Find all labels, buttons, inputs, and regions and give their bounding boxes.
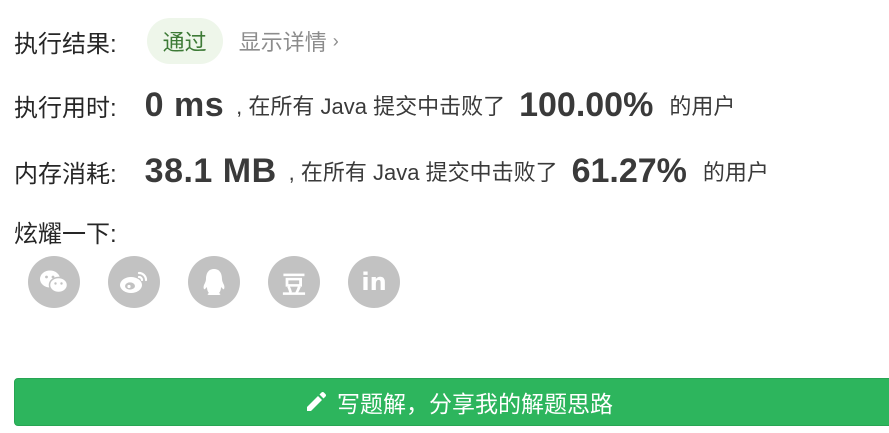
qq-icon[interactable] xyxy=(188,256,240,308)
write-solution-button[interactable]: 写题解，分享我的解题思路 xyxy=(14,378,889,426)
runtime-row: 执行用时: 0 ms , 在所有 Java 提交中击败了 100.00% 的用户 xyxy=(14,82,735,128)
memory-row: 内存消耗: 38.1 MB , 在所有 Java 提交中击败了 61.27% 的… xyxy=(14,148,769,194)
runtime-beat-text: , 在所有 Java 提交中击败了 xyxy=(236,94,506,119)
memory-suffix: 的用户 xyxy=(702,160,769,185)
memory-value: 38.1 MB xyxy=(144,151,277,190)
linkedin-icon[interactable]: in xyxy=(348,256,400,308)
result-label: 执行结果: xyxy=(14,30,117,58)
share-label: 炫耀一下: xyxy=(14,221,117,248)
weibo-icon[interactable] xyxy=(108,256,160,308)
runtime-percent: 100.00% xyxy=(519,85,654,124)
status-badge: 通过 xyxy=(146,18,223,64)
pencil-icon xyxy=(305,391,327,413)
linkedin-glyph: in xyxy=(361,268,387,296)
memory-percent: 61.27% xyxy=(571,151,687,190)
show-details-label: 显示详情 xyxy=(238,30,327,55)
memory-beat-text: , 在所有 Java 提交中击败了 xyxy=(288,160,558,185)
write-solution-label: 写题解，分享我的解题思路 xyxy=(337,391,613,417)
memory-label: 内存消耗: xyxy=(14,160,117,188)
douban-glyph: 豆 xyxy=(282,270,306,299)
runtime-value: 0 ms xyxy=(144,85,225,124)
chevron-right-icon: › xyxy=(332,30,339,51)
show-details-link[interactable]: 显示详情 › xyxy=(239,25,339,57)
result-row: 执行结果: 通过 显示详情 › xyxy=(14,18,339,64)
share-icons: 豆 in xyxy=(28,256,428,308)
wechat-icon[interactable] xyxy=(28,256,80,308)
douban-icon[interactable]: 豆 xyxy=(268,256,320,308)
runtime-suffix: 的用户 xyxy=(669,94,736,119)
submission-result-panel: 执行结果: 通过 显示详情 › 执行用时: 0 ms , 在所有 Java 提交… xyxy=(0,0,889,433)
runtime-label: 执行用时: xyxy=(14,94,117,122)
